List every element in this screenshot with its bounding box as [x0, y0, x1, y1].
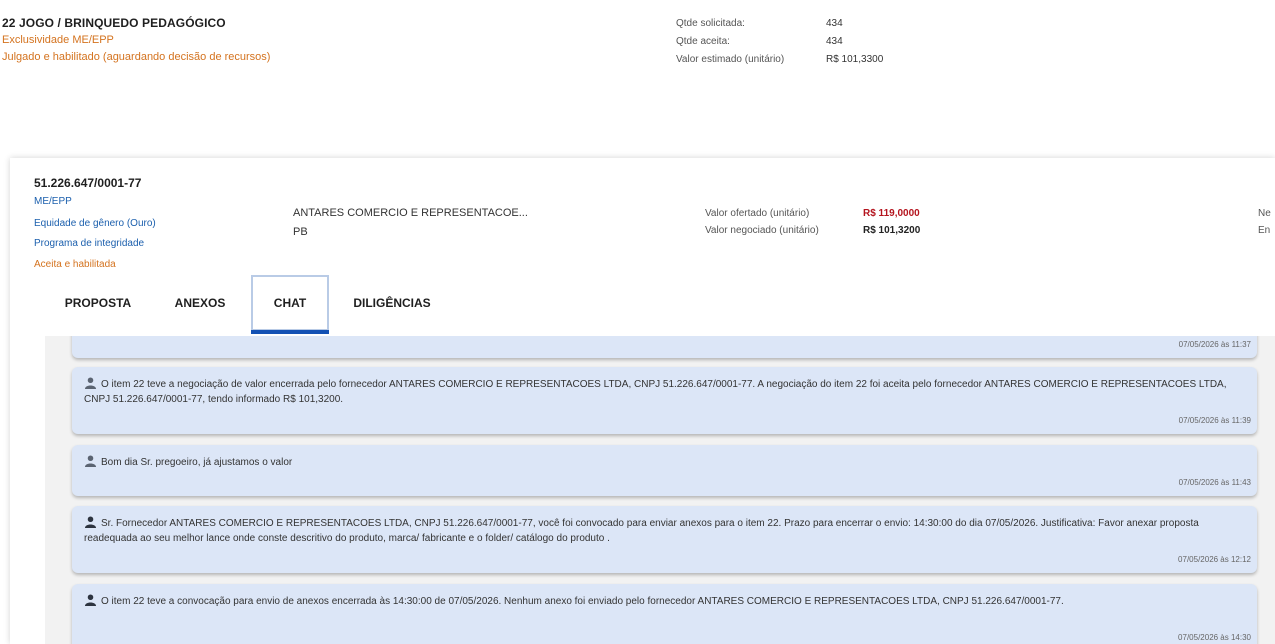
tag-gender-equity: Equidade de gênero (Ouro)	[34, 218, 156, 229]
chat-message-body: Sr. Fornecedor ANTARES COMERCIO E REPRES…	[84, 516, 1237, 546]
acceptance-status: Aceita e habilitada	[34, 259, 116, 270]
item-exclusivity: Exclusividade ME/EPP	[2, 34, 114, 46]
user-icon	[84, 377, 97, 389]
chat-message-body: Bom dia Sr. pregoeiro, já ajustamos o va…	[84, 455, 1237, 470]
offered-value: R$ 119,0000	[863, 208, 920, 219]
chat-message: O item 22 teve a negociação de valor enc…	[72, 367, 1257, 434]
item-header: 22 JOGO / BRINQUEDO PEDAGÓGICO Exclusivi…	[0, 0, 1275, 87]
chat-timestamp: 07/05/2026 às 11:37	[1178, 340, 1251, 349]
chat-message-body: O item 22 teve a negociação de valor enc…	[84, 377, 1237, 407]
chat-timestamp: 07/05/2026 às 14:30	[1178, 633, 1251, 642]
qty-requested-label: Qtde solicitada:	[676, 18, 745, 29]
tab-proposta[interactable]: PROPOSTA	[52, 275, 144, 331]
proposal-values: Valor ofertado (unitário) R$ 119,0000 Va…	[705, 208, 1005, 240]
tag-me-epp: ME/EPP	[34, 196, 72, 207]
user-icon	[84, 455, 97, 467]
tag-integrity-program: Programa de integridade	[34, 238, 145, 249]
item-quantities: Qtde solicitada: 434 Qtde aceita: 434 Va…	[676, 18, 936, 78]
qty-accepted-value: 434	[826, 36, 843, 47]
tab-diligencias[interactable]: DILIGÊNCIAS	[342, 275, 442, 331]
item-status: Julgado e habilitado (aguardando decisão…	[2, 51, 271, 63]
supplier-uf: PB	[293, 226, 308, 238]
chat-panel[interactable]: 07/05/2026 às 11:37 O item 22 teve a neg…	[45, 336, 1275, 644]
user-icon	[84, 594, 97, 606]
supplier-name: ANTARES COMERCIO E REPRESENTACOE...	[293, 207, 528, 219]
section-spacer	[0, 86, 1275, 156]
estimated-label: Valor estimado (unitário)	[676, 54, 785, 65]
chat-timestamp: 07/05/2026 às 11:43	[1178, 478, 1251, 487]
chat-message: Bom dia Sr. pregoeiro, já ajustamos o va…	[72, 445, 1257, 496]
clipped-column-2: En	[1258, 225, 1271, 236]
chat-message-text: Sr. Fornecedor ANTARES COMERCIO E REPRES…	[84, 518, 1199, 544]
item-title: 22 JOGO / BRINQUEDO PEDAGÓGICO	[2, 16, 226, 30]
chat-message-partial: 07/05/2026 às 11:37	[72, 336, 1257, 358]
user-icon	[84, 516, 97, 528]
proposal-cnpj: 51.226.647/0001-77	[34, 176, 142, 190]
tab-chat[interactable]: CHAT	[251, 275, 329, 334]
negotiated-label: Valor negociado (unitário)	[705, 225, 819, 236]
chat-message: O item 22 teve a convocação para envio d…	[72, 584, 1257, 644]
qty-requested-value: 434	[826, 18, 843, 29]
qty-accepted-label: Qtde aceita:	[676, 36, 730, 47]
chat-message-body: O item 22 teve a convocação para envio d…	[84, 594, 1237, 609]
chat-message-text: O item 22 teve a convocação para envio d…	[101, 596, 1064, 607]
clipped-column-1: Ne	[1258, 208, 1271, 219]
chat-message: Sr. Fornecedor ANTARES COMERCIO E REPRES…	[72, 506, 1257, 573]
chat-message-text: Bom dia Sr. pregoeiro, já ajustamos o va…	[101, 457, 293, 468]
negotiated-value: R$ 101,3200	[863, 225, 921, 236]
chat-timestamp: 07/05/2026 às 11:39	[1178, 416, 1251, 425]
chat-timestamp: 07/05/2026 às 12:12	[1178, 555, 1251, 564]
offered-label: Valor ofertado (unitário)	[705, 208, 810, 219]
chat-message-text: O item 22 teve a negociação de valor enc…	[84, 379, 1227, 405]
tab-anexos[interactable]: ANEXOS	[160, 275, 240, 331]
estimated-value: R$ 101,3300	[826, 54, 884, 65]
